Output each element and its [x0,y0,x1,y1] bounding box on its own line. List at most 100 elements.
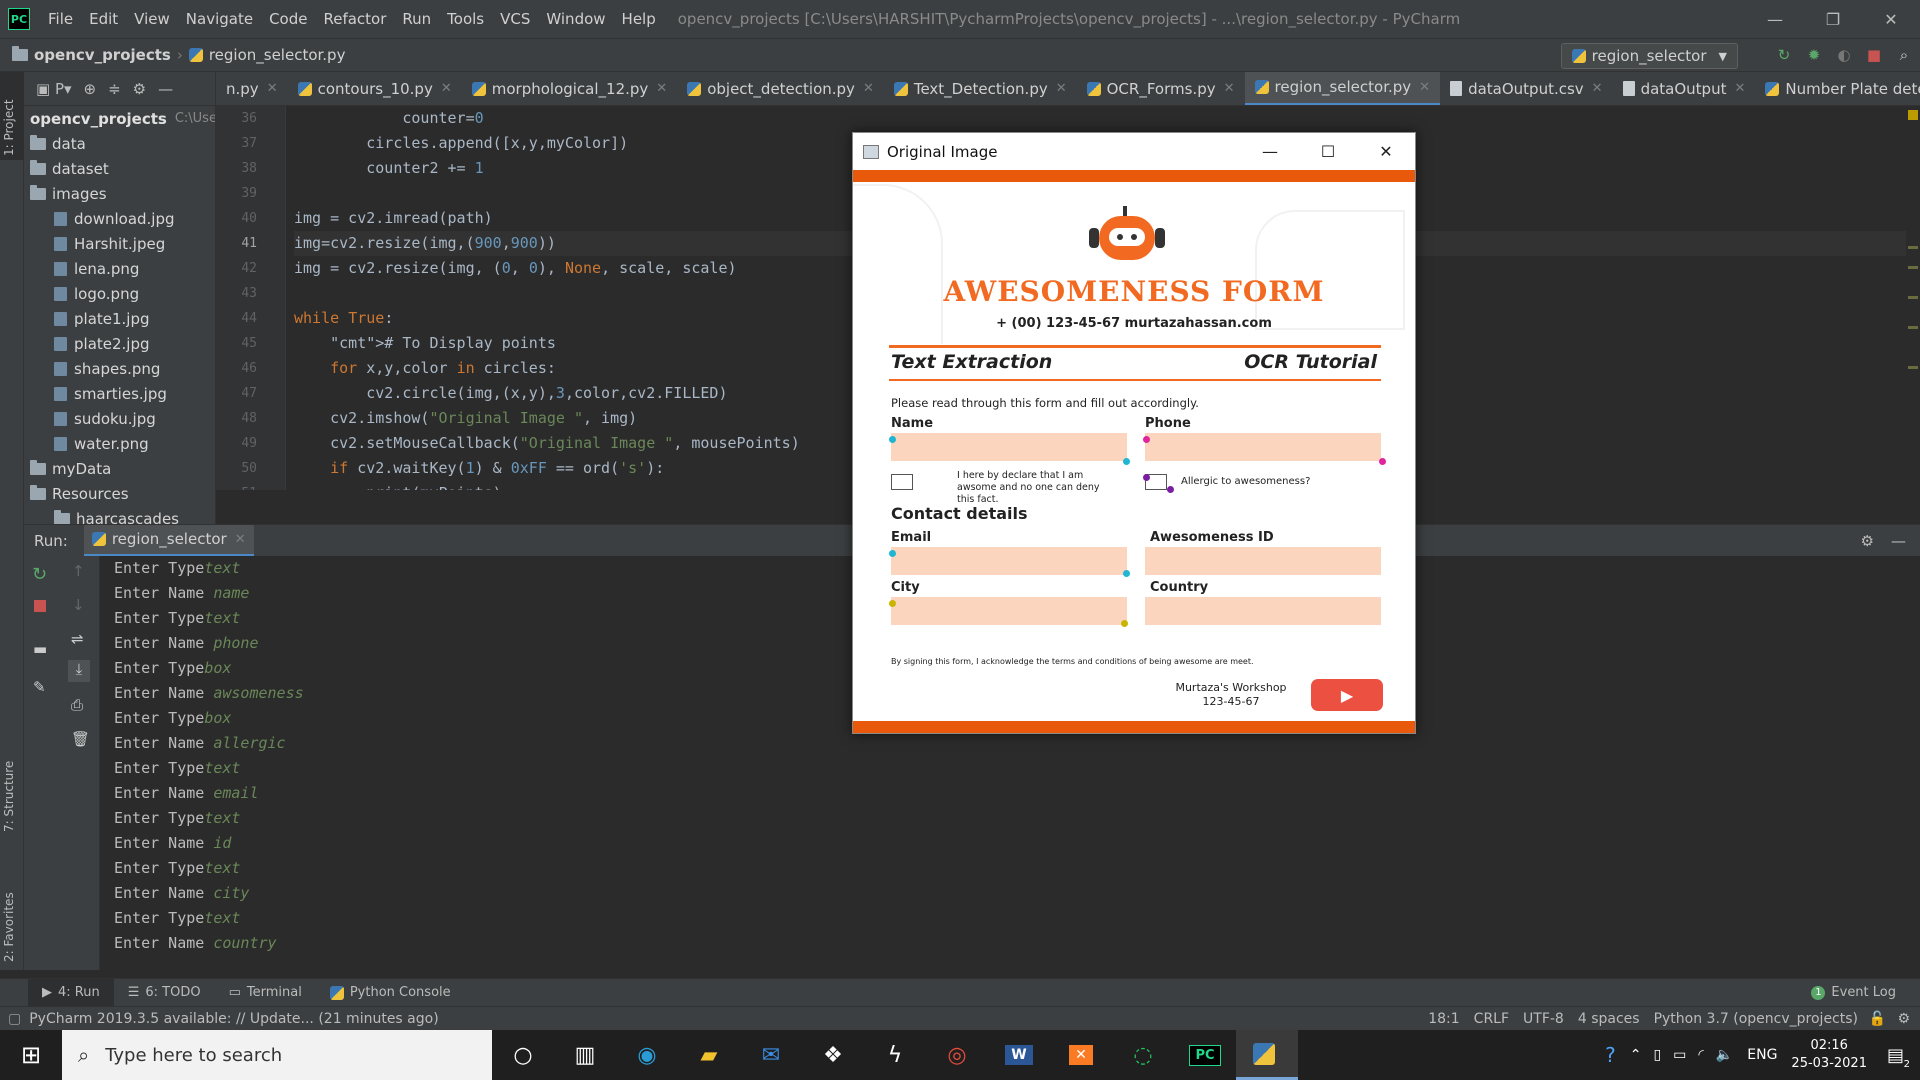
terminal-tool-tab[interactable]: ▭ Terminal [215,985,316,1000]
dropbox-icon[interactable]: ❖ [802,1030,864,1080]
status-toggle-icon[interactable]: ▢ [8,1011,21,1027]
chrome-icon[interactable]: ◎ [926,1030,988,1080]
country-field[interactable] [1145,597,1381,625]
close-tab-icon[interactable]: ✕ [1592,81,1603,96]
notification-icon[interactable]: ▤ 2 [1887,1045,1910,1070]
menu-item-window[interactable]: Window [546,10,605,28]
tree-item[interactable]: lena.png [24,256,215,281]
layout-icon[interactable]: ▬ [33,640,47,658]
lock-icon[interactable]: 🔓 [1869,1011,1886,1027]
close-tab-icon[interactable]: ✕ [1734,81,1745,96]
mail-icon[interactable]: ✉ [740,1030,802,1080]
tree-item[interactable]: plate1.jpg [24,306,215,331]
structure-tool-tab[interactable]: 7: Structure [2,761,16,832]
status-message[interactable]: PyCharm 2019.3.5 available: // Update...… [29,1011,438,1027]
editor-tab[interactable]: dataOutput.csv ✕ [1440,72,1613,105]
windows-start-icon[interactable]: ⊞ [0,1030,62,1080]
event-log-tab[interactable]: 1 Event Log [1797,985,1910,1000]
run-tab[interactable]: region_selector ✕ [83,524,254,557]
indent-setting[interactable]: 4 spaces [1578,1011,1640,1027]
down-arrow-icon[interactable]: ↓ [72,596,85,614]
taskbar-search[interactable]: ⌕ Type here to search [62,1030,492,1080]
tree-item[interactable]: download.jpg [24,206,215,231]
tree-item[interactable]: haarcascades [24,506,215,524]
project-root[interactable]: opencv_projects C:\Users\H [24,106,215,131]
project-view-icon[interactable]: ▣ P▾ [36,80,72,98]
pin-icon[interactable]: ✎ [33,678,46,696]
breadcrumb-project[interactable]: opencv_projects [34,46,171,64]
minimize-icon[interactable]: — [1746,0,1804,38]
close-tab-icon[interactable]: ✕ [1224,81,1235,96]
menu-item-view[interactable]: View [134,10,170,28]
editor-tab[interactable]: object_detection.py ✕ [677,72,884,105]
tree-item[interactable]: images [24,181,215,206]
breadcrumb-file[interactable]: region_selector.py [209,46,346,64]
stop-icon[interactable] [34,600,46,612]
tree-item[interactable]: water.png [24,431,215,456]
pycharm-taskbar-icon[interactable]: PC [1174,1030,1236,1080]
tree-item[interactable]: sudoku.jpg [24,406,215,431]
volume-icon[interactable]: 🔈 [1716,1047,1733,1063]
inspector-icon[interactable]: ⚙ [1897,1011,1910,1027]
menu-item-code[interactable]: Code [269,10,307,28]
id-field[interactable] [1145,547,1381,575]
form-image[interactable]: AWESOMENESS FORM + (00) 123-45-67 murtaz… [853,170,1415,733]
print-icon[interactable]: ⎙ [71,696,83,714]
lightning-icon[interactable]: ϟ [864,1030,926,1080]
rerun-icon[interactable]: ↻ [1774,45,1794,65]
tree-item[interactable]: shapes.png [24,356,215,381]
phone-field[interactable] [1145,433,1381,461]
name-field[interactable] [891,433,1127,461]
close-tab-icon[interactable]: ✕ [656,81,667,96]
minimize-icon[interactable]: — [1241,133,1299,170]
todo-tool-tab[interactable]: ☰ 6: TODO [114,985,215,1000]
help-icon[interactable]: ? [1605,1043,1616,1067]
tree-item[interactable]: smarties.jpg [24,381,215,406]
editor-tab[interactable]: Text_Detection.py ✕ [884,72,1077,105]
python-console-tool-tab[interactable]: Python Console [316,985,465,1000]
collapse-icon[interactable]: ≑ [108,80,121,98]
close-tab-icon[interactable]: ✕ [1419,80,1430,95]
close-tab-icon[interactable]: ✕ [267,81,278,96]
device-icon[interactable]: ▯ [1653,1047,1661,1063]
chevron-up-icon[interactable]: ⌃ [1630,1047,1642,1063]
editor-tab[interactable]: contours_10.py ✕ [288,72,462,105]
tree-item[interactable]: Resources [24,481,215,506]
close-tab-icon[interactable]: ✕ [441,81,452,96]
close-tab-icon[interactable]: ✕ [863,81,874,96]
clock[interactable]: 02:16 25-03-2021 [1791,1037,1867,1073]
trash-icon[interactable]: 🗑 [71,730,90,748]
run-config-selector[interactable]: region_selector ▼ [1560,43,1738,69]
python-taskbar-icon[interactable] [1236,1030,1298,1080]
debug-icon[interactable]: ✹ [1804,45,1824,65]
locate-icon[interactable]: ⊕ [84,80,97,98]
rerun-icon[interactable]: ↻ [32,564,47,585]
tree-item[interactable]: dataset [24,156,215,181]
interpreter-selector[interactable]: Python 3.7 (opencv_projects) [1654,1011,1858,1027]
close-icon[interactable]: ✕ [1862,0,1920,38]
tree-item[interactable]: plate2.jpg [24,331,215,356]
tree-item[interactable]: Harshit.jpeg [24,231,215,256]
coverage-icon[interactable]: ◐ [1834,45,1854,65]
declare-checkbox[interactable] [891,474,913,490]
menu-item-vcs[interactable]: VCS [500,10,530,28]
stop-icon[interactable]: ■ [1864,45,1884,65]
close-tab-icon[interactable]: ✕ [235,532,246,547]
search-icon[interactable]: ⌕ [1894,45,1914,65]
menu-item-tools[interactable]: Tools [447,10,484,28]
scroll-to-end-icon[interactable]: ⤓ [68,660,90,682]
word-icon[interactable]: W [988,1030,1050,1080]
task-view-icon[interactable]: ▥ [554,1030,616,1080]
hide-icon[interactable]: — [158,80,173,98]
project-tool-tab[interactable]: 1: Project [2,99,16,156]
line-separator[interactable]: CRLF [1474,1011,1509,1027]
editor-tab[interactable]: dataOutput ✕ [1613,72,1756,105]
close-tab-icon[interactable]: ✕ [1056,81,1067,96]
editor-tab[interactable]: n.py ✕ [216,72,288,105]
gear-icon[interactable]: ⚙ [133,80,146,98]
battery-icon[interactable]: ▭ [1673,1047,1686,1063]
language-indicator[interactable]: ENG [1747,1047,1777,1063]
file-explorer-icon[interactable]: ▰ [678,1030,740,1080]
green-app-icon[interactable]: ◌ [1112,1030,1174,1080]
cursor-position[interactable]: 18:1 [1428,1011,1459,1027]
